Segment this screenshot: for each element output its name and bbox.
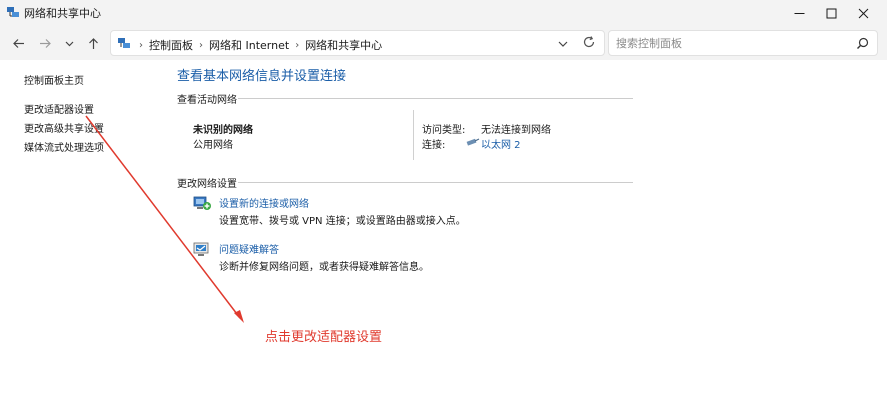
- connection-ethernet-link[interactable]: 以太网 2: [481, 136, 521, 151]
- maximize-icon: [826, 8, 836, 18]
- page-title: 查看基本网络信息并设置连接: [177, 69, 347, 84]
- breadcrumb-separator[interactable]: ›: [295, 40, 299, 51]
- address-bar[interactable]: › 控制面板 › 网络和 Internet › 网络和共享中心: [110, 30, 605, 56]
- sidebar-item-media-streaming-options[interactable]: 媒体流式处理选项: [24, 139, 104, 154]
- troubleshoot-problems-link[interactable]: 问题疑难解答: [219, 241, 279, 256]
- search-input[interactable]: [616, 35, 846, 52]
- arrow-up-icon: [88, 37, 98, 49]
- chevron-down-icon: [65, 41, 73, 46]
- section-divider: [238, 98, 633, 99]
- troubleshoot-icon: [193, 242, 209, 256]
- change-settings-heading: 更改网络设置: [177, 179, 237, 190]
- network-sharing-center-window: 网络和共享中心 › 控制面板 › 网络和 Internet › 网络和共享中心 …: [0, 0, 887, 400]
- new-connection-icon: [193, 196, 211, 210]
- window-title: 网络和共享中心: [24, 7, 101, 20]
- arrow-left-icon: [12, 38, 24, 48]
- refresh-icon[interactable]: [582, 35, 596, 49]
- back-button[interactable]: [8, 33, 28, 53]
- breadcrumb-network-sharing-center[interactable]: 网络和共享中心: [305, 37, 382, 53]
- sidebar-item-change-adapter-settings[interactable]: 更改适配器设置: [24, 101, 94, 116]
- recent-locations-button[interactable]: [59, 33, 79, 53]
- network-center-icon: [118, 38, 130, 48]
- arrow-right-icon: [39, 38, 51, 48]
- access-type-label: 访问类型:: [422, 125, 466, 136]
- network-center-icon: [7, 7, 19, 17]
- close-icon: [858, 8, 868, 18]
- connection-label: 连接:: [422, 140, 446, 151]
- breadcrumb-separator[interactable]: ›: [139, 40, 143, 51]
- sidebar-item-advanced-sharing-settings[interactable]: 更改高级共享设置: [24, 120, 104, 135]
- annotation-caption: 点击更改适配器设置: [265, 330, 383, 345]
- search-box[interactable]: [608, 30, 878, 56]
- access-type-value: 无法连接到网络: [481, 125, 551, 136]
- active-networks-heading: 查看活动网络: [177, 95, 237, 106]
- sidebar-item-control-panel-home[interactable]: 控制面板主页: [24, 72, 84, 87]
- search-icon[interactable]: [856, 37, 869, 50]
- close-button[interactable]: [841, 0, 885, 26]
- breadcrumb: › 控制面板 › 网络和 Internet › 网络和共享中心: [139, 37, 382, 53]
- section-divider: [238, 182, 633, 183]
- troubleshoot-problems-description: 诊断并修复网络问题，或者获得疑难解答信息。: [219, 262, 429, 273]
- setup-new-connection-link[interactable]: 设置新的连接或网络: [219, 195, 309, 210]
- navigation-bar: › 控制面板 › 网络和 Internet › 网络和共享中心: [0, 26, 887, 60]
- setup-new-connection-description: 设置宽带、拨号或 VPN 连接；或设置路由器或接入点。: [219, 216, 466, 227]
- breadcrumb-separator[interactable]: ›: [199, 40, 203, 51]
- network-type[interactable]: 公用网络: [193, 136, 233, 151]
- chevron-down-icon[interactable]: [556, 37, 570, 51]
- forward-button[interactable]: [35, 33, 55, 53]
- breadcrumb-network-internet[interactable]: 网络和 Internet: [209, 37, 289, 53]
- breadcrumb-control-panel[interactable]: 控制面板: [149, 37, 193, 53]
- up-button[interactable]: [83, 33, 103, 53]
- ethernet-icon: [466, 138, 480, 146]
- minimize-icon: [794, 12, 804, 14]
- annotation-arrow: [85, 115, 244, 323]
- title-bar: 网络和共享中心: [0, 0, 887, 26]
- vertical-divider: [413, 110, 414, 160]
- network-name: 未识别的网络: [193, 125, 253, 136]
